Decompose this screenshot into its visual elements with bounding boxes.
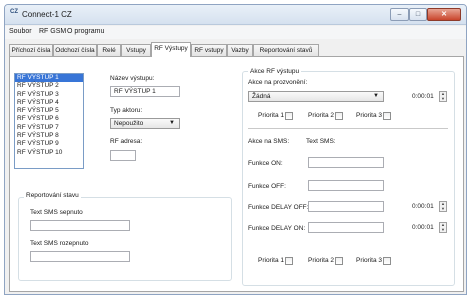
- close-button[interactable]: ✕: [427, 8, 461, 21]
- menu-soubor[interactable]: Soubor: [9, 28, 32, 35]
- list-item[interactable]: RF VÝSTUP 4: [15, 99, 83, 107]
- delay-on-input[interactable]: [308, 222, 384, 233]
- list-item[interactable]: RF VÝSTUP 3: [15, 91, 83, 99]
- call-time-value[interactable]: 0:00:01: [412, 93, 434, 100]
- actuator-type-label: Typ aktoru:: [110, 107, 143, 114]
- output-listbox[interactable]: RF VÝSTUP 1 RF VÝSTUP 2 RF VÝSTUP 3 RF VÝST…: [14, 73, 84, 169]
- tab-strip: Příchozí čísla Odchozí čísla Relé Vstupy…: [9, 42, 464, 57]
- tab-reportovani-stavu[interactable]: Reportování stavů: [253, 44, 319, 56]
- minimize-button[interactable]: –: [390, 8, 409, 21]
- priority-3-bottom-checkbox[interactable]: [383, 257, 391, 265]
- menu-rf-gsm[interactable]: RF GSM: [39, 28, 66, 35]
- section-divider: [248, 128, 448, 129]
- output-name-input[interactable]: RF VÝSTUP 1: [110, 86, 180, 97]
- func-off-input[interactable]: [308, 180, 384, 191]
- priority-1-bottom-label: Priorita 1: [258, 257, 285, 264]
- list-item[interactable]: RF VÝSTUP 7: [15, 124, 83, 132]
- call-action-select[interactable]: Žádná ▼: [248, 91, 384, 102]
- dropdown-arrow-icon: ▼: [169, 120, 175, 126]
- list-item[interactable]: RF VÝSTUP 6: [15, 115, 83, 123]
- rf-address-label: RF adresa:: [110, 138, 143, 145]
- priority-2-bottom-label: Priorita 2: [308, 257, 335, 264]
- tab-vstupy[interactable]: Vstupy: [121, 44, 151, 56]
- rf-address-input[interactable]: [110, 150, 136, 161]
- tab-vazby[interactable]: Vazby: [227, 44, 253, 56]
- func-on-label: Funkce ON:: [248, 160, 283, 167]
- sms-off-input[interactable]: [30, 251, 130, 262]
- tab-rele[interactable]: Relé: [97, 44, 121, 56]
- delay-on-time-spinner[interactable]: ▲ ▼: [439, 222, 447, 233]
- call-time-spinner[interactable]: ▲ ▼: [439, 91, 447, 102]
- actuator-type-select[interactable]: Nepoužito ▼: [110, 118, 180, 129]
- func-on-input[interactable]: [308, 157, 384, 168]
- call-action-label: Akce na prozvonění:: [248, 79, 308, 86]
- title-bar[interactable]: CZ Connect-1 CZ – □ ✕: [5, 5, 466, 25]
- tab-odchozi-cisla[interactable]: Odchozí čísla: [53, 44, 97, 56]
- dropdown-arrow-icon: ▼: [373, 93, 379, 99]
- tab-prichozi-cisla[interactable]: Příchozí čísla: [9, 44, 53, 56]
- tab-rf-vystupy[interactable]: RF Výstupy: [151, 42, 191, 57]
- actuator-type-value: Nepoužito: [114, 120, 144, 127]
- priority-1-top-label: Priorita 1: [258, 112, 285, 119]
- priority-2-top-checkbox[interactable]: [335, 112, 343, 120]
- sms-text-label: Text SMS:: [306, 138, 336, 145]
- delay-on-time-value[interactable]: 0:00:01: [412, 224, 434, 231]
- window-title: Connect-1 CZ: [22, 10, 72, 19]
- reporting-group-title: Reportování stavu: [24, 192, 81, 199]
- sms-action-label: Akce na SMS:: [248, 138, 290, 145]
- priority-3-top-checkbox[interactable]: [383, 112, 391, 120]
- priority-3-bottom-label: Priorita 3: [356, 257, 383, 264]
- call-action-value: Žádná: [252, 93, 271, 100]
- menu-o-programu[interactable]: O programu: [67, 28, 104, 35]
- delay-off-label: Funkce DELAY OFF:: [248, 204, 309, 211]
- app-icon: CZ: [10, 9, 18, 15]
- application-window: CZ Connect-1 CZ – □ ✕ Soubor RF GSM O pr…: [4, 4, 467, 295]
- func-off-label: Funkce OFF:: [248, 183, 286, 190]
- menu-bar: Soubor RF GSM O programu: [5, 26, 466, 39]
- list-item[interactable]: RF VÝSTUP 10: [15, 149, 83, 157]
- priority-1-top-checkbox[interactable]: [285, 112, 293, 120]
- sms-off-label: Text SMS rozepnuto: [30, 240, 89, 247]
- rf-action-groupbox: [242, 71, 455, 286]
- rf-outputs-panel: RF VÝSTUP 1 RF VÝSTUP 2 RF VÝSTUP 3 RF VÝST…: [9, 56, 464, 292]
- priority-1-bottom-checkbox[interactable]: [285, 257, 293, 265]
- list-item[interactable]: RF VÝSTUP 9: [15, 140, 83, 148]
- delay-on-label: Funkce DELAY ON:: [248, 225, 306, 232]
- delay-off-time-spinner[interactable]: ▲ ▼: [439, 201, 447, 212]
- list-item[interactable]: RF VÝSTUP 2: [15, 82, 83, 90]
- sms-on-input[interactable]: [30, 220, 130, 231]
- maximize-button[interactable]: □: [409, 8, 427, 21]
- rf-action-group-title: Akce RF výstupu: [248, 68, 302, 75]
- delay-off-time-value[interactable]: 0:00:01: [412, 203, 434, 210]
- priority-2-bottom-checkbox[interactable]: [335, 257, 343, 265]
- priority-2-top-label: Priorita 2: [308, 112, 335, 119]
- output-name-label: Název výstupu:: [110, 75, 155, 82]
- priority-3-top-label: Priorita 3: [356, 112, 383, 119]
- delay-off-input[interactable]: [308, 201, 384, 212]
- tab-rf-vstupy[interactable]: RF vstupy: [191, 44, 227, 56]
- sms-on-label: Text SMS sepnuto: [30, 209, 83, 216]
